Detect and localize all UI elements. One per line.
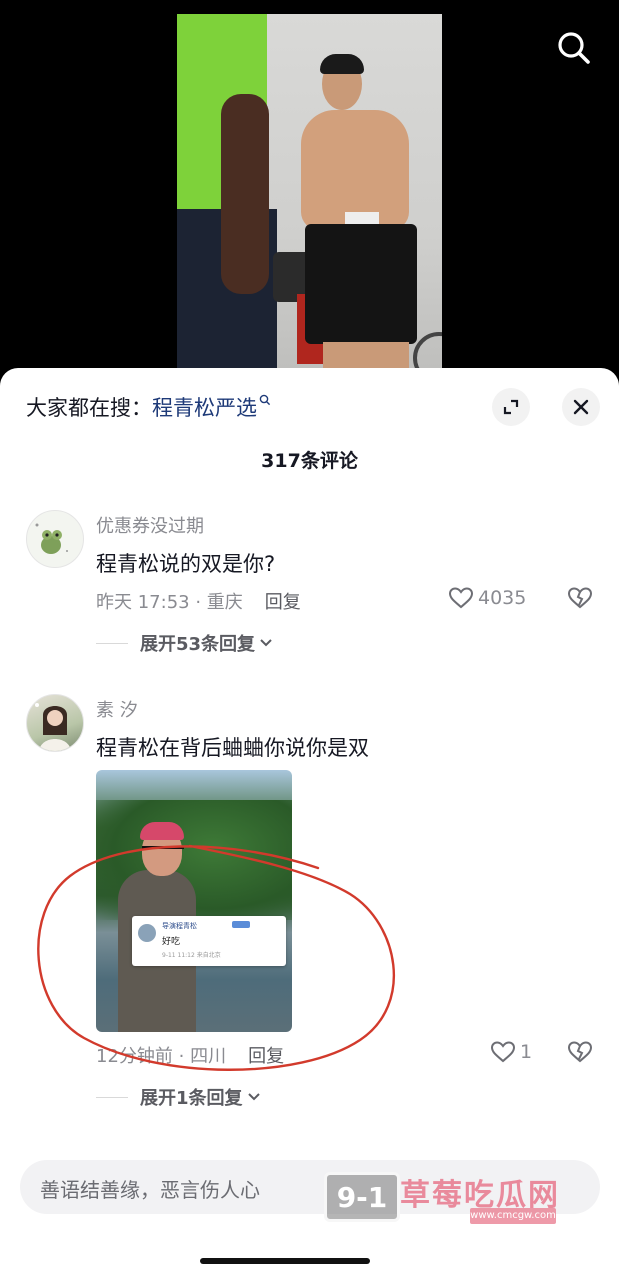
search-suggestion-link[interactable]: 程青松严选	[152, 392, 271, 422]
close-button[interactable]	[562, 388, 600, 426]
dislike-button[interactable]	[567, 586, 593, 614]
comment-input-placeholder: 善语结善缘，恶言伤人心	[40, 1178, 260, 1202]
red-annotation-circle	[37, 844, 395, 1071]
close-icon	[573, 399, 589, 415]
reply-button[interactable]: 回复	[248, 1042, 284, 1068]
divider	[96, 1096, 128, 1098]
watermark: 9-1 草莓吃瓜网 www.cmcgw.com	[324, 1170, 614, 1224]
comment-sheet: 大家都在搜： 程青松严选 317条评论 优惠券没过期 程青松说的双是你? 昨天 …	[0, 368, 619, 1280]
expand-replies-label[interactable]: 展开53条回复	[140, 630, 255, 656]
expand-replies-button[interactable]: 展开1条回复	[96, 1084, 261, 1110]
video-man-shorts	[305, 224, 417, 344]
image-glasses	[142, 846, 184, 859]
watermark-url: www.cmcgw.com	[470, 1208, 556, 1224]
chevron-down-icon	[247, 1093, 260, 1101]
comment-author[interactable]: 优惠券没过期	[96, 512, 204, 538]
expand-icon	[503, 399, 519, 415]
avatar[interactable]	[26, 510, 84, 568]
comment-meta: 昨天 17:53 · 重庆 回复	[96, 588, 301, 614]
comment-time-location: 昨天 17:53 · 重庆	[96, 592, 243, 613]
image-card-badge	[232, 921, 250, 928]
comment-text: 程青松在背后蛐蛐你说你是双	[96, 736, 369, 760]
comment-count: 317条评论	[261, 450, 358, 472]
search-suggestion-query[interactable]: 程青松严选	[152, 392, 257, 422]
small-search-icon	[259, 394, 271, 409]
comment-meta: 12分钟前 · 四川 回复	[96, 1042, 284, 1068]
like-button[interactable]: 1	[490, 1040, 532, 1064]
broken-heart-icon	[567, 587, 593, 609]
reply-button[interactable]: 回复	[265, 588, 301, 614]
image-card-time: 9-11 11:12 来自北京	[162, 952, 221, 959]
expand-replies-label[interactable]: 展开1条回复	[140, 1084, 243, 1110]
avatar[interactable]	[26, 694, 84, 752]
comment-author[interactable]: 素 汐	[96, 696, 138, 722]
heart-icon	[448, 587, 474, 609]
image-card-avatar	[138, 924, 156, 942]
image-card-name: 导演程青松	[162, 922, 197, 930]
home-indicator[interactable]	[200, 1258, 370, 1264]
heart-icon	[490, 1041, 516, 1063]
video-figure-left-arm	[221, 94, 269, 294]
chevron-down-icon	[260, 639, 272, 647]
comment-text: 程青松说的双是你?	[96, 552, 276, 576]
expand-fullscreen-button[interactable]	[492, 388, 530, 426]
like-button[interactable]: 4035	[448, 586, 526, 610]
comment-image[interactable]: 导演程青松 好吃 9-11 11:12 来自北京	[96, 770, 292, 1032]
image-embedded-comment-card: 导演程青松 好吃 9-11 11:12 来自北京	[132, 916, 286, 966]
like-count: 1	[520, 1041, 533, 1063]
dislike-button[interactable]	[567, 1040, 593, 1068]
search-suggestion-prefix: 大家都在搜：	[26, 396, 152, 420]
image-person-hair	[140, 822, 184, 840]
broken-heart-icon	[567, 1041, 593, 1063]
watermark-logo: 9-1	[324, 1172, 400, 1222]
video-frame[interactable]	[177, 14, 442, 384]
image-card-body: 好吃	[162, 937, 181, 947]
comment-time-location: 12分钟前 · 四川	[96, 1046, 227, 1067]
video-man-hair	[320, 54, 364, 74]
search-icon[interactable]	[556, 30, 592, 66]
search-suggestion-banner[interactable]: 大家都在搜： 程青松严选	[26, 392, 271, 422]
like-count: 4035	[478, 587, 527, 609]
expand-replies-button[interactable]: 展开53条回复	[96, 630, 273, 656]
divider	[96, 642, 128, 644]
